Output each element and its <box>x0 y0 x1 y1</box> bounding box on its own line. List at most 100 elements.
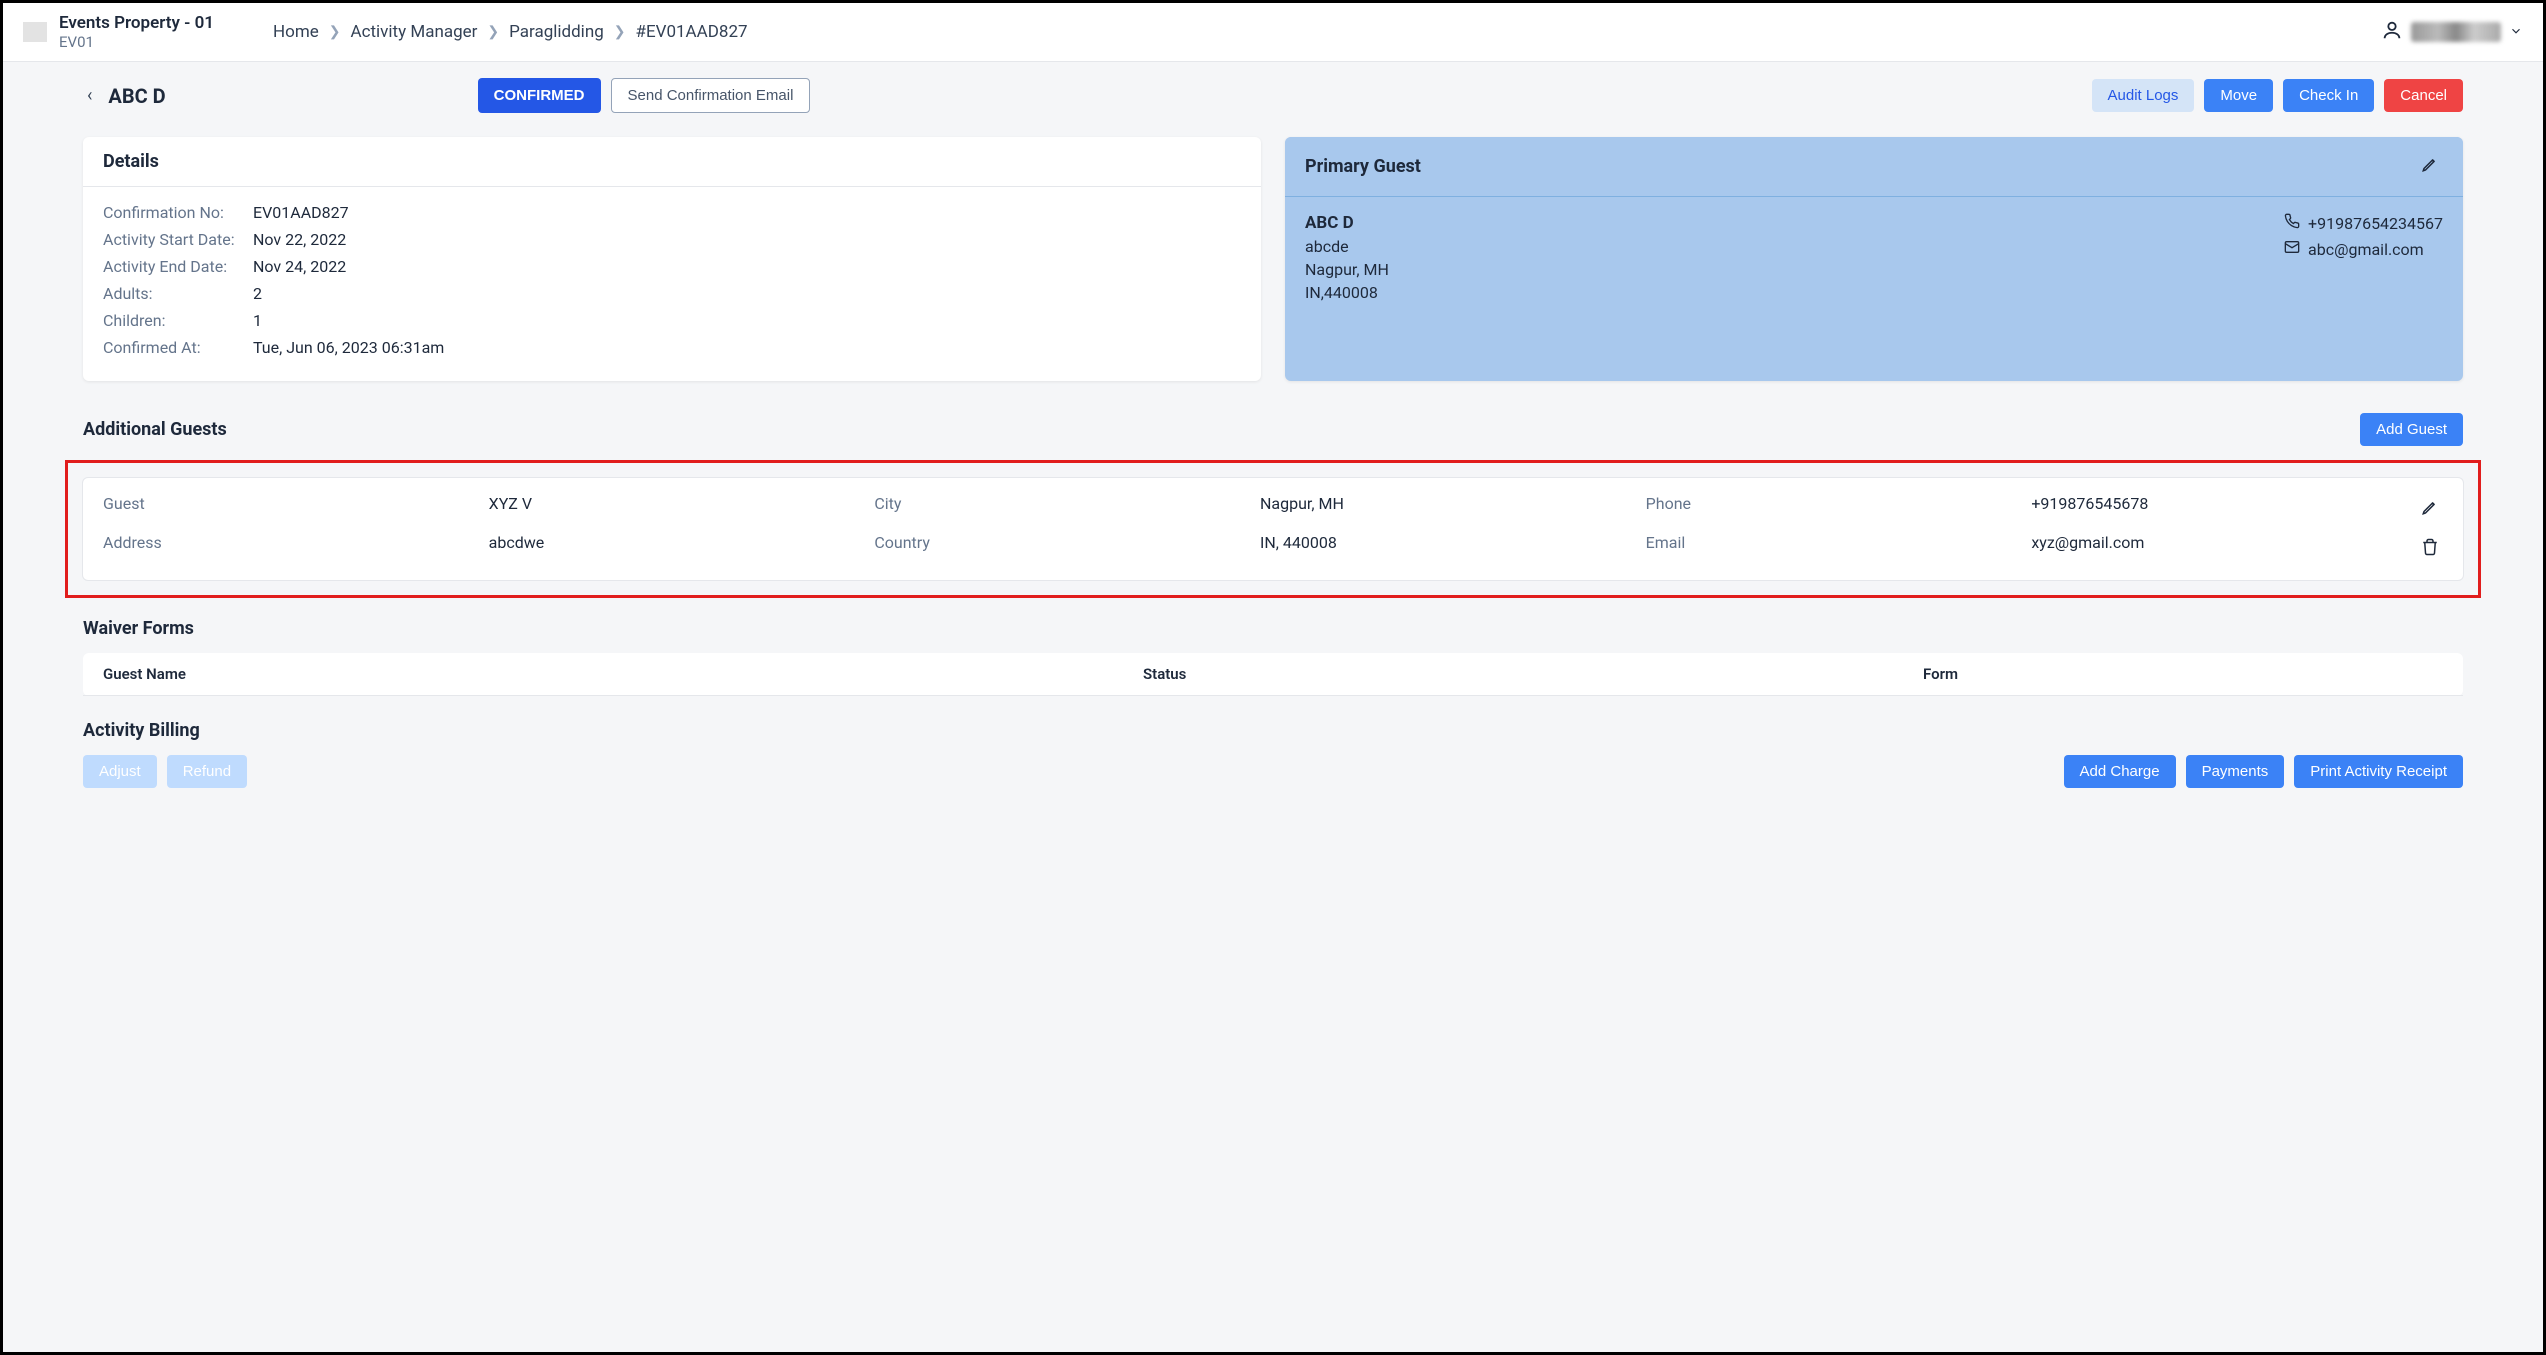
audit-logs-button[interactable]: Audit Logs <box>2092 79 2195 112</box>
additional-guest-grid: Guest XYZ V City Nagpur, MH Phone +91987… <box>103 494 2397 564</box>
breadcrumb-activity[interactable]: Paraglidding <box>509 22 604 42</box>
addl-value: xyz@gmail.com <box>2031 533 2397 564</box>
checkin-button[interactable]: Check In <box>2283 79 2374 112</box>
detail-label: Confirmed At: <box>103 338 253 357</box>
addl-label: Country <box>874 533 1240 564</box>
page-header: ‹ ABC D CONFIRMED Send Confirmation Emai… <box>83 78 2463 113</box>
chevron-down-icon[interactable] <box>2509 23 2523 42</box>
waiver-table-header: Guest Name Status Form <box>83 653 2463 696</box>
payments-button[interactable]: Payments <box>2186 755 2285 788</box>
cards-row: Details Confirmation No:EV01AAD827 Activ… <box>83 137 2463 381</box>
mail-icon <box>2284 239 2300 259</box>
details-card: Details Confirmation No:EV01AAD827 Activ… <box>83 137 1261 381</box>
billing-title: Activity Billing <box>83 720 200 741</box>
detail-label: Activity Start Date: <box>103 230 253 249</box>
waiver-table: Guest Name Status Form <box>83 653 2463 696</box>
addl-label: Email <box>1646 533 2012 564</box>
waiver-col-status: Status <box>1143 665 1923 683</box>
breadcrumb-booking[interactable]: #EV01AAD827 <box>636 22 748 42</box>
primary-guest-title: Primary Guest <box>1305 156 1421 177</box>
detail-value: Tue, Jun 06, 2023 06:31am <box>253 338 444 357</box>
property-block: Events Property - 01 EV01 <box>23 13 273 51</box>
property-text: Events Property - 01 EV01 <box>59 13 214 51</box>
primary-guest-header: Primary Guest <box>1285 137 2463 197</box>
details-card-body: Confirmation No:EV01AAD827 Activity Star… <box>83 187 1261 381</box>
guest-email-row: abc@gmail.com <box>2284 239 2443 259</box>
waiver-header-row: Waiver Forms <box>83 618 2463 639</box>
breadcrumb: Home ❯ Activity Manager ❯ Paraglidding ❯… <box>273 22 748 42</box>
chevron-right-icon: ❯ <box>614 24 626 40</box>
billing-right: Add Charge Payments Print Activity Recei… <box>2064 755 2463 788</box>
detail-value: EV01AAD827 <box>253 203 349 222</box>
addl-value: +919876545678 <box>2031 494 2397 525</box>
details-card-title: Details <box>83 137 1261 187</box>
detail-value: 2 <box>253 284 262 303</box>
status-badge[interactable]: CONFIRMED <box>478 78 601 113</box>
detail-label: Activity End Date: <box>103 257 253 276</box>
addl-label: Phone <box>1646 494 2012 525</box>
waiver-col-form: Form <box>1923 665 2443 683</box>
breadcrumb-home[interactable]: Home <box>273 22 319 42</box>
guest-name: ABC D <box>1305 213 1389 233</box>
detail-value: 1 <box>253 311 262 330</box>
property-name: Events Property - 01 <box>59 13 214 33</box>
add-guest-button[interactable]: Add Guest <box>2360 413 2463 446</box>
guest-right: +919876542​34567 abc@gmail.com <box>2284 213 2443 302</box>
additional-guests-header: Additional Guests Add Guest <box>83 413 2463 446</box>
property-icon <box>23 22 47 42</box>
cancel-button[interactable]: Cancel <box>2384 79 2463 112</box>
breadcrumb-activity-manager[interactable]: Activity Manager <box>350 22 477 42</box>
move-button[interactable]: Move <box>2204 79 2273 112</box>
addl-value: Nagpur, MH <box>1260 494 1626 525</box>
edit-icon[interactable] <box>2417 494 2443 524</box>
detail-label: Adults: <box>103 284 253 303</box>
chevron-right-icon: ❯ <box>329 24 341 40</box>
guest-phone-row: +919876542​34567 <box>2284 213 2443 233</box>
header-actions-left: CONFIRMED Send Confirmation Email <box>478 78 811 113</box>
detail-value: Nov 24, 2022 <box>253 257 346 276</box>
primary-guest-body: ABC D abcde Nagpur, MH IN,440008 +919876… <box>1285 197 2463 318</box>
addl-label: Address <box>103 533 469 564</box>
detail-label: Children: <box>103 311 253 330</box>
print-receipt-button[interactable]: Print Activity Receipt <box>2294 755 2463 788</box>
refund-button[interactable]: Refund <box>167 755 247 788</box>
phone-icon <box>2284 213 2300 233</box>
topbar: Events Property - 01 EV01 Home ❯ Activit… <box>3 3 2543 62</box>
addl-label: City <box>874 494 1240 525</box>
primary-guest-card: Primary Guest ABC D abcde Nagpur, MH IN,… <box>1285 137 2463 381</box>
edit-icon[interactable] <box>2417 151 2443 182</box>
guest-email: abc@gmail.com <box>2308 240 2424 259</box>
addl-label: Guest <box>103 494 469 525</box>
billing-actions: Adjust Refund Add Charge Payments Print … <box>83 755 2463 788</box>
add-charge-button[interactable]: Add Charge <box>2064 755 2176 788</box>
trash-icon[interactable] <box>2417 534 2443 564</box>
property-code: EV01 <box>59 33 214 51</box>
guest-address: abcde <box>1305 237 1389 256</box>
chevron-right-icon: ❯ <box>487 24 499 40</box>
adjust-button[interactable]: Adjust <box>83 755 157 788</box>
guest-city: Nagpur, MH <box>1305 260 1389 279</box>
guest-phone: +919876542​34567 <box>2308 214 2443 233</box>
header-actions-right: Audit Logs Move Check In Cancel <box>2092 79 2463 112</box>
waiver-col-guest: Guest Name <box>103 665 1143 683</box>
detail-value: Nov 22, 2022 <box>253 230 346 249</box>
highlight-box: Guest XYZ V City Nagpur, MH Phone +91987… <box>65 460 2481 598</box>
additional-guest-card: Guest XYZ V City Nagpur, MH Phone +91987… <box>82 477 2464 581</box>
detail-label: Confirmation No: <box>103 203 253 222</box>
send-confirmation-button[interactable]: Send Confirmation Email <box>611 78 811 113</box>
content: ‹ ABC D CONFIRMED Send Confirmation Emai… <box>3 62 2543 818</box>
waiver-title: Waiver Forms <box>83 618 194 639</box>
billing-header-row: Activity Billing <box>83 720 2463 741</box>
additional-guest-actions <box>2417 494 2443 564</box>
addl-value: IN, 440008 <box>1260 533 1626 564</box>
page-title: ABC D <box>108 84 165 108</box>
addl-value: abcdwe <box>489 533 855 564</box>
user-name[interactable] <box>2411 22 2501 42</box>
guest-left: ABC D abcde Nagpur, MH IN,440008 <box>1305 213 1389 302</box>
guest-postal: IN,440008 <box>1305 283 1389 302</box>
addl-value: XYZ V <box>489 494 855 525</box>
additional-guests-title: Additional Guests <box>83 419 227 440</box>
back-arrow-icon[interactable]: ‹ <box>83 85 96 106</box>
topbar-right <box>2381 19 2523 45</box>
user-icon <box>2381 19 2403 45</box>
